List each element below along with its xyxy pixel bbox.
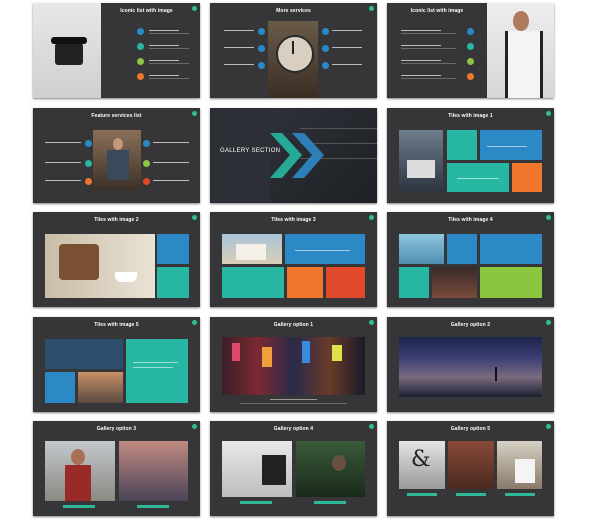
status-dot (369, 320, 374, 325)
slide-thumbnail[interactable]: GALLERY SECTION (210, 108, 377, 203)
status-dot (546, 424, 551, 429)
tile (157, 267, 189, 298)
status-dot (192, 111, 197, 116)
tile (399, 267, 429, 298)
status-dot (192, 320, 197, 325)
man-photo (487, 3, 554, 98)
slide-thumbnail[interactable]: Tiles with image 3 (210, 212, 377, 307)
drawing-photo (222, 441, 292, 497)
slide-thumbnail[interactable]: Gallery option 1 (210, 317, 377, 412)
tile (326, 267, 365, 298)
tile (480, 267, 542, 298)
tile (480, 234, 542, 264)
list-icon (137, 43, 144, 50)
laptop-photo (399, 130, 443, 192)
slide-title: Gallery option 3 (96, 426, 137, 432)
city-sunset-photo (119, 441, 188, 501)
list-icon (137, 28, 144, 35)
typewriter-photo (33, 3, 101, 98)
slide-thumbnail[interactable]: Gallery option 5 & (387, 421, 554, 516)
slide-title: Iconic list with image (120, 8, 173, 14)
tile (157, 234, 189, 264)
tile (45, 339, 123, 369)
slide-title: Gallery option 1 (273, 322, 314, 328)
cafe-photo (45, 234, 155, 298)
slide-title: Gallery option 5 (450, 426, 491, 432)
notebook-photo (497, 441, 542, 489)
man-portrait-photo (45, 441, 115, 501)
ampersand-photo: & (399, 441, 445, 489)
status-dot (369, 6, 374, 11)
slide-thumbnail[interactable]: Tiles with image 1 (387, 108, 554, 203)
section-title: GALLERY SECTION (220, 148, 281, 154)
slide-title: Feature services list (91, 113, 142, 119)
street-photo (78, 372, 123, 403)
slide-thumbnail[interactable]: Gallery option 2 (387, 317, 554, 412)
slide-thumbnail[interactable]: Gallery option 4 (210, 421, 377, 516)
status-dot (192, 424, 197, 429)
park-photo (296, 441, 365, 497)
beach-photo (399, 234, 444, 264)
slide-thumbnail[interactable]: Tiles with image 4 (387, 212, 554, 307)
status-dot (369, 424, 374, 429)
slide-title: Iconic list with image (410, 8, 464, 14)
house-photo (222, 234, 282, 264)
slide-title: Gallery option 4 (273, 426, 314, 432)
slide-title: Tiles with image 4 (448, 217, 493, 223)
tile (447, 234, 477, 264)
drinks-photo (432, 267, 477, 298)
status-dot (192, 215, 197, 220)
status-dot (192, 6, 197, 11)
tile (285, 234, 365, 264)
slide-title: Tiles with image 3 (271, 217, 316, 223)
list-icon (137, 73, 144, 80)
people-photo (93, 130, 141, 190)
status-dot (546, 111, 551, 116)
slide-thumbnail-grid: Iconic list with image More services Ico… (0, 0, 590, 519)
slide-thumbnail[interactable]: Tiles with image 2 (33, 212, 200, 307)
slide-thumbnail[interactable]: More services (210, 3, 377, 98)
tile (447, 130, 477, 160)
slide-title: Tiles with image 2 (94, 217, 139, 223)
slide-thumbnail[interactable]: Tiles with image 5 (33, 317, 200, 412)
status-dot (369, 215, 374, 220)
slide-title: Tiles with image 1 (448, 113, 493, 119)
chevron-graphic (270, 133, 324, 178)
cards-photo (448, 441, 494, 489)
sunset-photo (399, 337, 542, 397)
status-dot (546, 215, 551, 220)
slide-title: Gallery option 2 (450, 322, 491, 328)
clock-photo (268, 21, 318, 98)
tile (222, 267, 284, 298)
status-dot (546, 320, 551, 325)
list-icon (137, 58, 144, 65)
slide-thumbnail[interactable]: Iconic list with image (33, 3, 200, 98)
tile (512, 163, 542, 192)
tile (287, 267, 323, 298)
slide-title: More services (276, 8, 311, 14)
slide-thumbnail[interactable]: Feature services list (33, 108, 200, 203)
slide-title: Tiles with image 5 (94, 322, 139, 328)
city-night-photo (222, 337, 365, 395)
tile (45, 372, 75, 403)
slide-thumbnail[interactable]: Iconic list with image (387, 3, 554, 98)
slide-thumbnail[interactable]: Gallery option 3 (33, 421, 200, 516)
tile (480, 130, 542, 160)
tile (126, 339, 188, 403)
